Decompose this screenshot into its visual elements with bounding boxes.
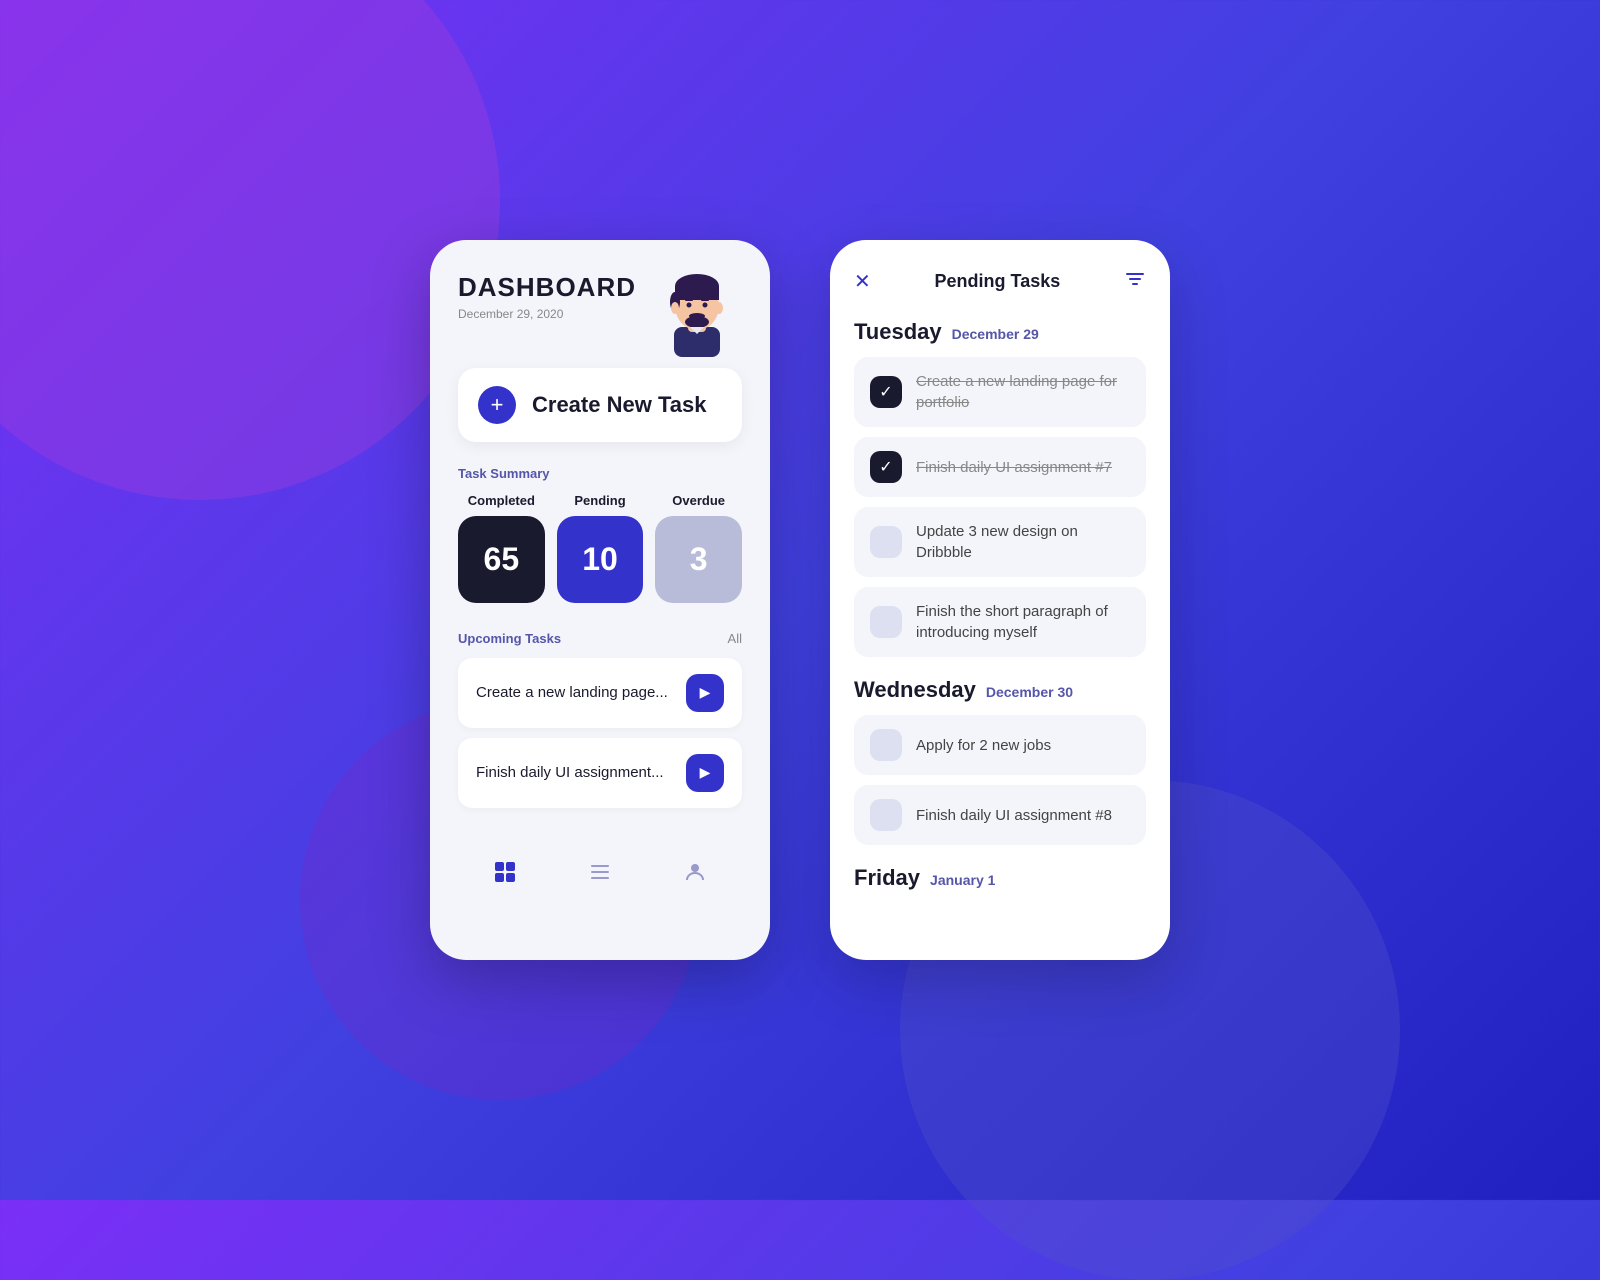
avatar	[652, 262, 742, 352]
tuesday-name: Tuesday	[854, 319, 942, 345]
nav-user-icon[interactable]	[675, 852, 715, 898]
avatar-svg	[652, 262, 742, 357]
task-summary-label: Task Summary	[458, 466, 742, 481]
pending-col: Pending 10	[557, 493, 644, 603]
upcoming-task-2: Finish daily UI assignment... ▶	[458, 738, 742, 808]
pending-item-0: ✓ Create a new landing page for portfoli…	[854, 357, 1146, 427]
wednesday-header: Wednesday December 30	[854, 677, 1146, 703]
completed-count-box: 65	[458, 516, 545, 603]
play-button-2[interactable]: ▶	[686, 754, 724, 792]
checkbox-1[interactable]: ✓	[870, 451, 902, 483]
dashboard-title-area: DASHBOARD December 29, 2020	[458, 272, 636, 321]
pending-tasks-card: ✕ Pending Tasks Tuesday December 29 ✓ Cr…	[830, 240, 1170, 960]
pending-title: Pending Tasks	[935, 271, 1061, 292]
pending-header: ✕ Pending Tasks	[854, 268, 1146, 295]
bottom-nav	[458, 836, 742, 898]
completed-label: Completed	[468, 493, 535, 508]
create-task-label: Create New Task	[532, 392, 706, 418]
pending-item-2: Update 3 new design on Dribbble	[854, 507, 1146, 577]
day-group-tuesday: Tuesday December 29 ✓ Create a new landi…	[854, 319, 1146, 657]
checkbox-5[interactable]	[870, 799, 902, 831]
dashboard-date: December 29, 2020	[458, 307, 636, 321]
day-group-wednesday: Wednesday December 30 Apply for 2 new jo…	[854, 677, 1146, 845]
dashboard-header: DASHBOARD December 29, 2020	[458, 272, 742, 352]
upcoming-task-1: Create a new landing page... ▶	[458, 658, 742, 728]
checkbox-3[interactable]	[870, 606, 902, 638]
dashboard-card: DASHBOARD December 29, 2020	[430, 240, 770, 960]
screens-container: DASHBOARD December 29, 2020	[430, 240, 1170, 960]
pending-item-5-text: Finish daily UI assignment #8	[916, 805, 1112, 826]
nav-grid-icon[interactable]	[485, 852, 525, 898]
wednesday-name: Wednesday	[854, 677, 976, 703]
upcoming-task-2-text: Finish daily UI assignment...	[476, 764, 664, 781]
pending-item-1-text: Finish daily UI assignment #7	[916, 457, 1112, 478]
pending-item-3: Finish the short paragraph of introducin…	[854, 587, 1146, 657]
pending-item-2-text: Update 3 new design on Dribbble	[916, 521, 1130, 563]
friday-header: Friday January 1	[854, 865, 1146, 891]
upcoming-all-link[interactable]: All	[728, 631, 742, 646]
completed-col: Completed 65	[458, 493, 545, 603]
pending-item-3-text: Finish the short paragraph of introducin…	[916, 601, 1130, 643]
pending-count-box: 10	[557, 516, 644, 603]
upcoming-header: Upcoming Tasks All	[458, 631, 742, 646]
plus-icon: +	[478, 386, 516, 424]
overdue-col: Overdue 3	[655, 493, 742, 603]
tuesday-header: Tuesday December 29	[854, 319, 1146, 345]
bg-blob-1	[0, 0, 500, 500]
play-button-1[interactable]: ▶	[686, 674, 724, 712]
pending-item-1: ✓ Finish daily UI assignment #7	[854, 437, 1146, 497]
friday-date: January 1	[930, 872, 995, 888]
pending-label: Pending	[574, 493, 625, 508]
checkbox-2[interactable]	[870, 526, 902, 558]
pending-item-4-text: Apply for 2 new jobs	[916, 735, 1051, 756]
task-summary-grid: Completed 65 Pending 10 Overdue 3	[458, 493, 742, 603]
tuesday-date: December 29	[952, 326, 1039, 342]
overdue-label: Overdue	[672, 493, 725, 508]
wednesday-date: December 30	[986, 684, 1073, 700]
overdue-count-box: 3	[655, 516, 742, 603]
nav-list-icon[interactable]	[580, 852, 620, 898]
upcoming-task-1-text: Create a new landing page...	[476, 684, 668, 701]
pending-item-5: Finish daily UI assignment #8	[854, 785, 1146, 845]
create-task-button[interactable]: + Create New Task	[458, 368, 742, 442]
pending-item-4: Apply for 2 new jobs	[854, 715, 1146, 775]
pending-item-0-text: Create a new landing page for portfolio	[916, 371, 1130, 413]
close-button[interactable]: ✕	[854, 269, 871, 294]
day-group-friday: Friday January 1	[854, 865, 1146, 891]
checkbox-0[interactable]: ✓	[870, 376, 902, 408]
checkbox-4[interactable]	[870, 729, 902, 761]
filter-icon[interactable]	[1124, 268, 1146, 295]
upcoming-label: Upcoming Tasks	[458, 631, 561, 646]
friday-name: Friday	[854, 865, 920, 891]
dashboard-title: DASHBOARD	[458, 272, 636, 303]
